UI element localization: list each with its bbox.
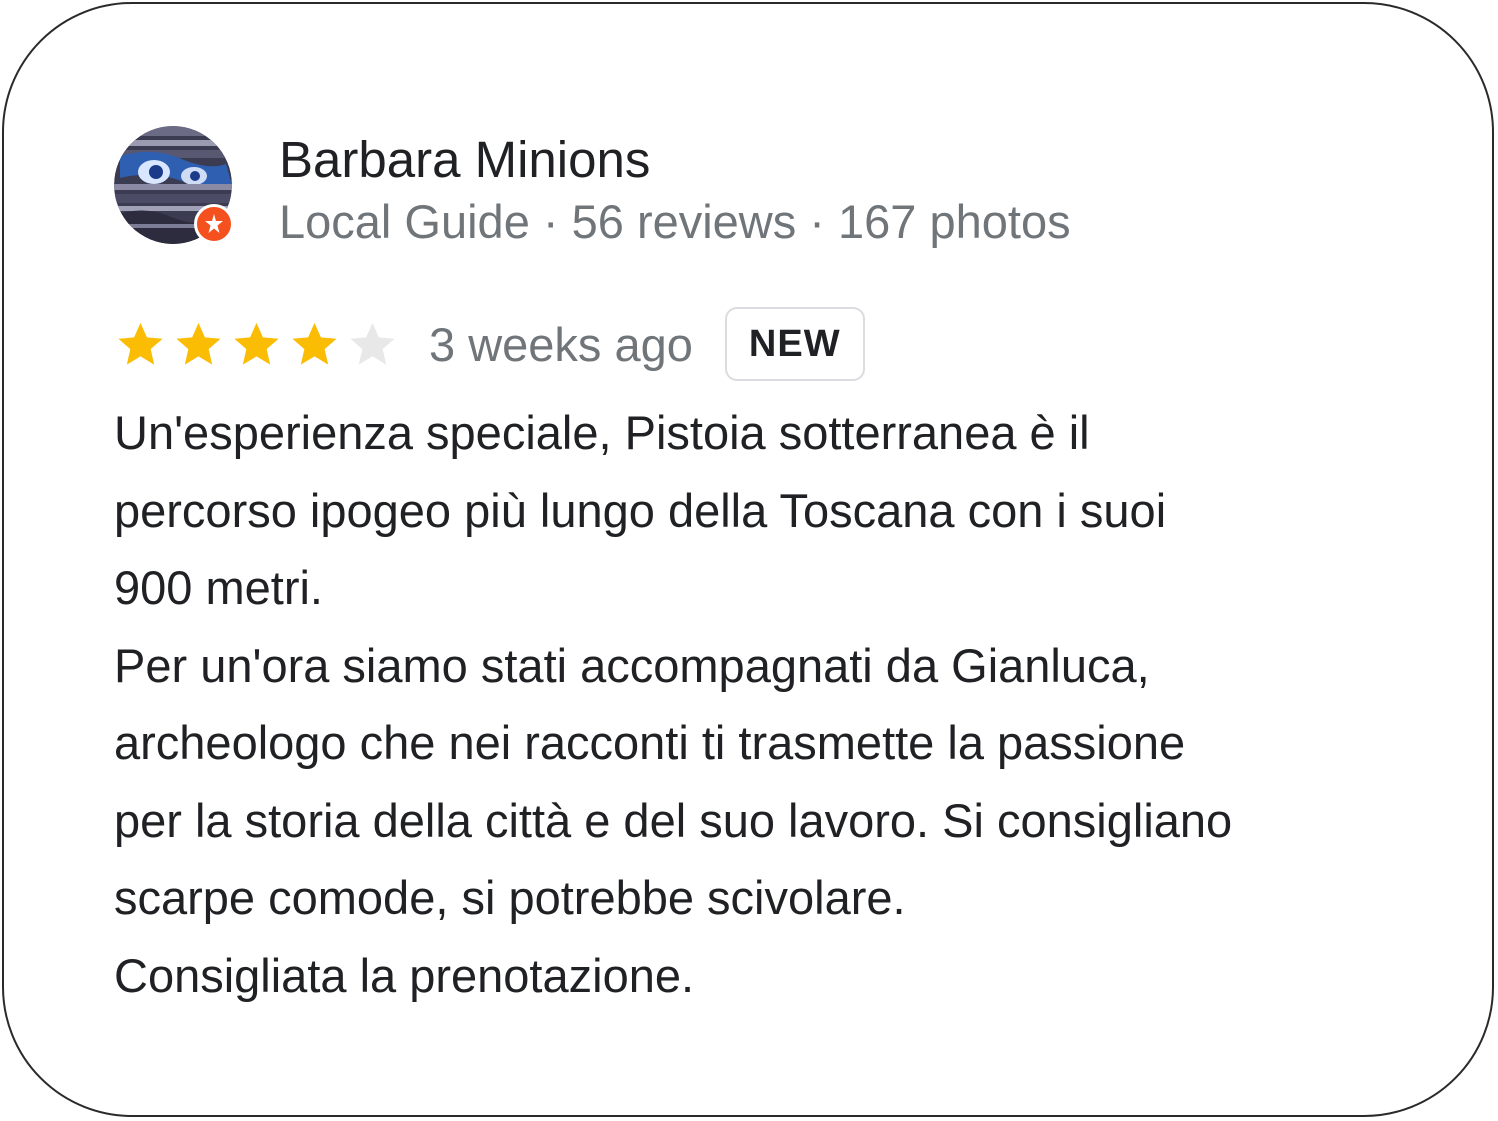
author-meta: Local Guide · 56 reviews · 167 photos	[279, 195, 1071, 248]
local-guide-badge-icon	[194, 204, 234, 244]
rating-row: 3 weeks ago NEW	[114, 304, 865, 384]
review-text-line: 900 metri.	[114, 561, 323, 614]
author-avatar[interactable]	[114, 126, 234, 246]
review-text-line: percorso ipogeo più lungo della Toscana …	[114, 483, 1167, 537]
author-name[interactable]: Barbara Minions	[279, 130, 650, 190]
review-time: 3 weeks ago	[429, 317, 693, 371]
review-text: Un'esperienza speciale, Pistoia sotterra…	[114, 394, 1444, 1014]
star-empty-icon	[350, 322, 395, 365]
review-card: Barbara Minions Local Guide · 56 reviews…	[2, 2, 1494, 1117]
review-text-line: Un'esperienza speciale, Pistoia sotterra…	[114, 406, 1090, 459]
new-badge: NEW	[724, 307, 865, 381]
star-rating	[114, 318, 399, 371]
star-filled-icon	[234, 322, 279, 365]
review-text-line: Per un'ora siamo stati accompagnati da G…	[114, 638, 1150, 692]
review-text-line: archeologo che nei racconti ti trasmette…	[114, 716, 1186, 769]
star-filled-icon	[292, 322, 337, 365]
star-filled-icon	[118, 322, 163, 365]
review-text-line: Consigliata la prenotazione.	[114, 948, 695, 1002]
star-filled-icon	[176, 322, 221, 365]
review-text-line: scarpe comode, si potrebbe scivolare.	[114, 871, 906, 924]
review-text-line: per la storia della città e del suo lavo…	[114, 793, 1233, 847]
